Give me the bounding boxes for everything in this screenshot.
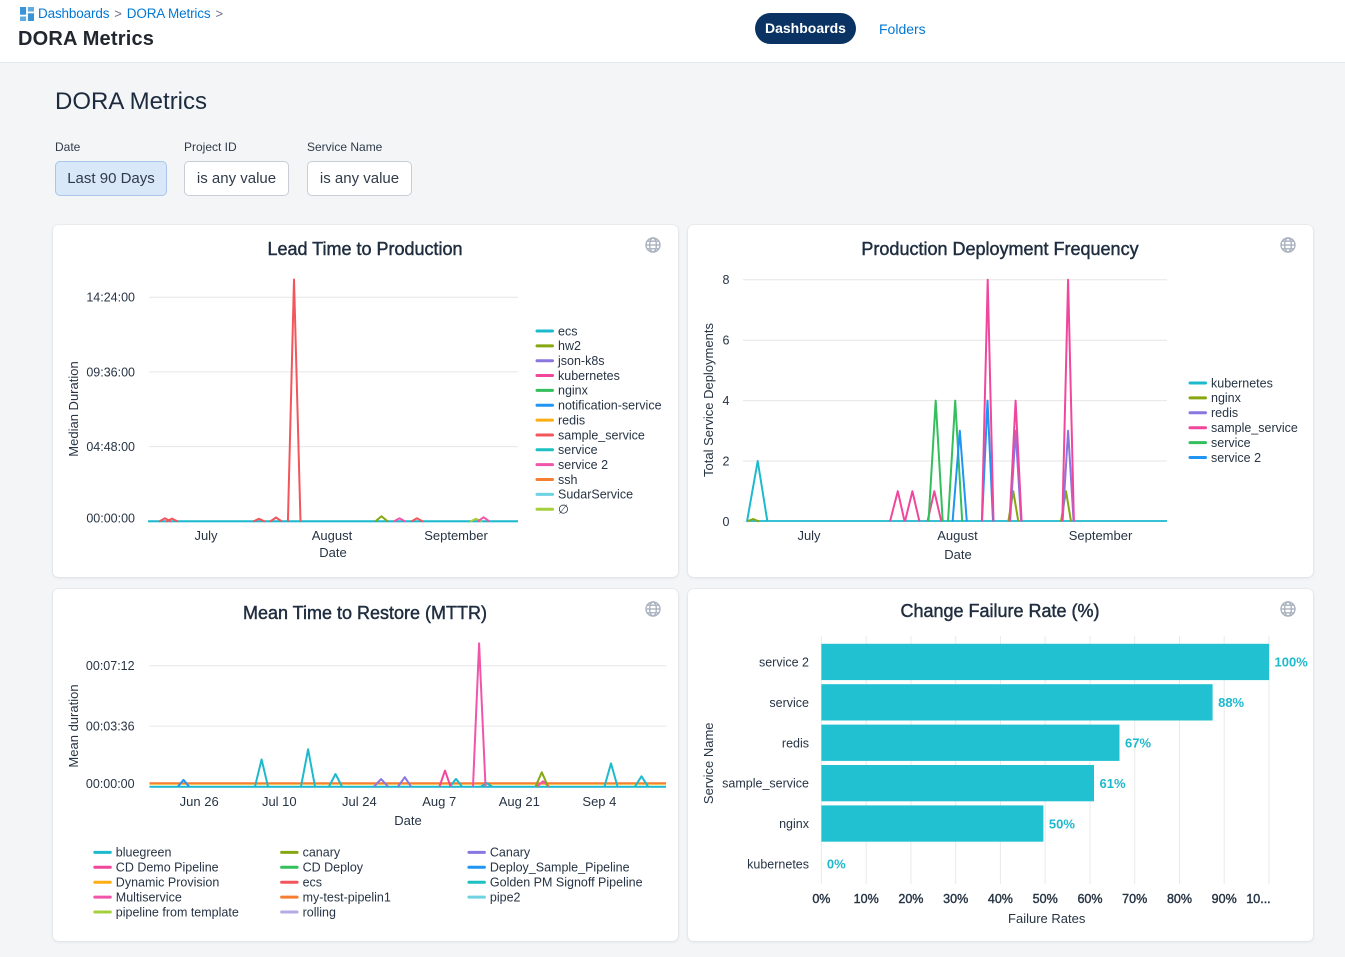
svg-text:kubernetes: kubernetes xyxy=(1211,376,1273,390)
svg-text:Aug 21: Aug 21 xyxy=(499,794,540,809)
svg-text:July: July xyxy=(797,528,821,543)
svg-text:notification-service: notification-service xyxy=(558,399,662,413)
svg-text:00:07:12: 00:07:12 xyxy=(86,659,135,673)
svg-text:service: service xyxy=(769,696,809,710)
svg-text:bluegreen: bluegreen xyxy=(116,846,172,860)
svg-text:Date: Date xyxy=(319,545,346,560)
svg-text:60%: 60% xyxy=(1077,892,1102,906)
svg-text:90%: 90% xyxy=(1212,892,1237,906)
svg-text:service: service xyxy=(1211,436,1251,450)
svg-text:04:48:00: 04:48:00 xyxy=(86,440,135,454)
svg-text:September: September xyxy=(1069,528,1133,543)
svg-text:rolling: rolling xyxy=(303,905,336,919)
svg-text:Median Duration: Median Duration xyxy=(66,361,81,456)
svg-text:ecs: ecs xyxy=(303,876,322,890)
svg-text:Canary: Canary xyxy=(490,846,531,860)
svg-text:July: July xyxy=(194,528,218,543)
svg-text:2: 2 xyxy=(723,454,730,468)
svg-text:Golden PM Signoff Pipeline: Golden PM Signoff Pipeline xyxy=(490,876,643,890)
svg-text:service 2: service 2 xyxy=(1211,451,1261,465)
svg-text:service 2: service 2 xyxy=(759,655,809,669)
svg-text:canary: canary xyxy=(303,846,341,860)
svg-text:Sep 4: Sep 4 xyxy=(582,794,616,809)
svg-text:redis: redis xyxy=(782,736,809,750)
svg-text:00:00:00: 00:00:00 xyxy=(86,512,135,526)
svg-text:nginx: nginx xyxy=(558,384,589,398)
svg-text:10%: 10% xyxy=(854,892,879,906)
svg-text:14:24:00: 14:24:00 xyxy=(86,291,135,305)
svg-text:10...: 10... xyxy=(1246,892,1270,906)
svg-text:6: 6 xyxy=(723,334,730,348)
svg-text:Dynamic Provision: Dynamic Provision xyxy=(116,876,220,890)
svg-text:0%: 0% xyxy=(812,892,830,906)
svg-text:service 2: service 2 xyxy=(558,458,608,472)
svg-text:Change Failure Rate (%): Change Failure Rate (%) xyxy=(900,601,1099,621)
svg-text:67%: 67% xyxy=(1125,735,1151,750)
svg-text:Total Service Deployments: Total Service Deployments xyxy=(701,323,716,477)
svg-text:Jun 26: Jun 26 xyxy=(180,794,219,809)
svg-text:redis: redis xyxy=(558,413,585,427)
svg-text:kubernetes: kubernetes xyxy=(747,857,809,871)
svg-text:Date: Date xyxy=(394,813,421,828)
svg-text:61%: 61% xyxy=(1100,776,1126,791)
svg-text:50%: 50% xyxy=(1033,892,1058,906)
svg-text:SudarService: SudarService xyxy=(558,488,633,502)
svg-text:CD Demo Pipeline: CD Demo Pipeline xyxy=(116,861,219,875)
svg-text:pipe2: pipe2 xyxy=(490,890,521,904)
svg-text:Jul 24: Jul 24 xyxy=(342,794,377,809)
svg-text:redis: redis xyxy=(1211,406,1238,420)
svg-text:ssh: ssh xyxy=(558,473,578,487)
svg-text:40%: 40% xyxy=(988,892,1013,906)
svg-text:09:36:00: 09:36:00 xyxy=(86,365,135,379)
svg-text:nginx: nginx xyxy=(1211,391,1242,405)
svg-text:sample_service: sample_service xyxy=(1211,421,1298,435)
svg-text:hw2: hw2 xyxy=(558,339,581,353)
svg-text:Date: Date xyxy=(944,547,971,562)
svg-text:json-k8s: json-k8s xyxy=(557,354,605,368)
svg-text:88%: 88% xyxy=(1218,695,1244,710)
svg-text:ecs: ecs xyxy=(558,324,577,338)
svg-text:August: August xyxy=(312,528,353,543)
svg-text:Failure Rates: Failure Rates xyxy=(1008,911,1086,926)
svg-text:∅: ∅ xyxy=(558,503,569,517)
svg-text:20%: 20% xyxy=(898,892,923,906)
svg-text:8: 8 xyxy=(723,273,730,287)
svg-text:50%: 50% xyxy=(1049,816,1075,831)
svg-text:September: September xyxy=(424,528,488,543)
svg-text:Aug 7: Aug 7 xyxy=(422,794,456,809)
svg-text:80%: 80% xyxy=(1167,892,1192,906)
svg-text:pipeline from template: pipeline from template xyxy=(116,905,239,919)
svg-text:kubernetes: kubernetes xyxy=(558,369,620,383)
svg-text:0: 0 xyxy=(723,515,730,529)
svg-text:00:03:36: 00:03:36 xyxy=(86,720,135,734)
svg-text:sample_service: sample_service xyxy=(722,777,809,791)
svg-text:Service Name: Service Name xyxy=(701,722,716,804)
svg-text:30%: 30% xyxy=(943,892,968,906)
svg-text:Lead Time to Production: Lead Time to Production xyxy=(267,239,462,259)
svg-text:00:00:00: 00:00:00 xyxy=(86,777,135,791)
svg-text:100%: 100% xyxy=(1275,655,1309,670)
svg-text:Mean Time to Restore (MTTR): Mean Time to Restore (MTTR) xyxy=(243,603,487,623)
svg-text:70%: 70% xyxy=(1122,892,1147,906)
svg-text:Deploy_Sample_Pipeline: Deploy_Sample_Pipeline xyxy=(490,861,630,875)
svg-text:August: August xyxy=(937,528,978,543)
svg-text:Multiservice: Multiservice xyxy=(116,890,182,904)
svg-text:my-test-pipelin1: my-test-pipelin1 xyxy=(303,890,391,904)
svg-text:Production Deployment Frequenc: Production Deployment Frequency xyxy=(861,239,1138,259)
svg-text:Jul 10: Jul 10 xyxy=(262,794,297,809)
svg-text:Mean duration: Mean duration xyxy=(66,684,81,767)
svg-text:service: service xyxy=(558,443,598,457)
svg-text:CD Deploy: CD Deploy xyxy=(303,861,364,875)
svg-text:4: 4 xyxy=(723,394,730,408)
svg-text:0%: 0% xyxy=(827,857,846,872)
svg-text:sample_service: sample_service xyxy=(558,428,645,442)
svg-text:nginx: nginx xyxy=(779,817,810,831)
